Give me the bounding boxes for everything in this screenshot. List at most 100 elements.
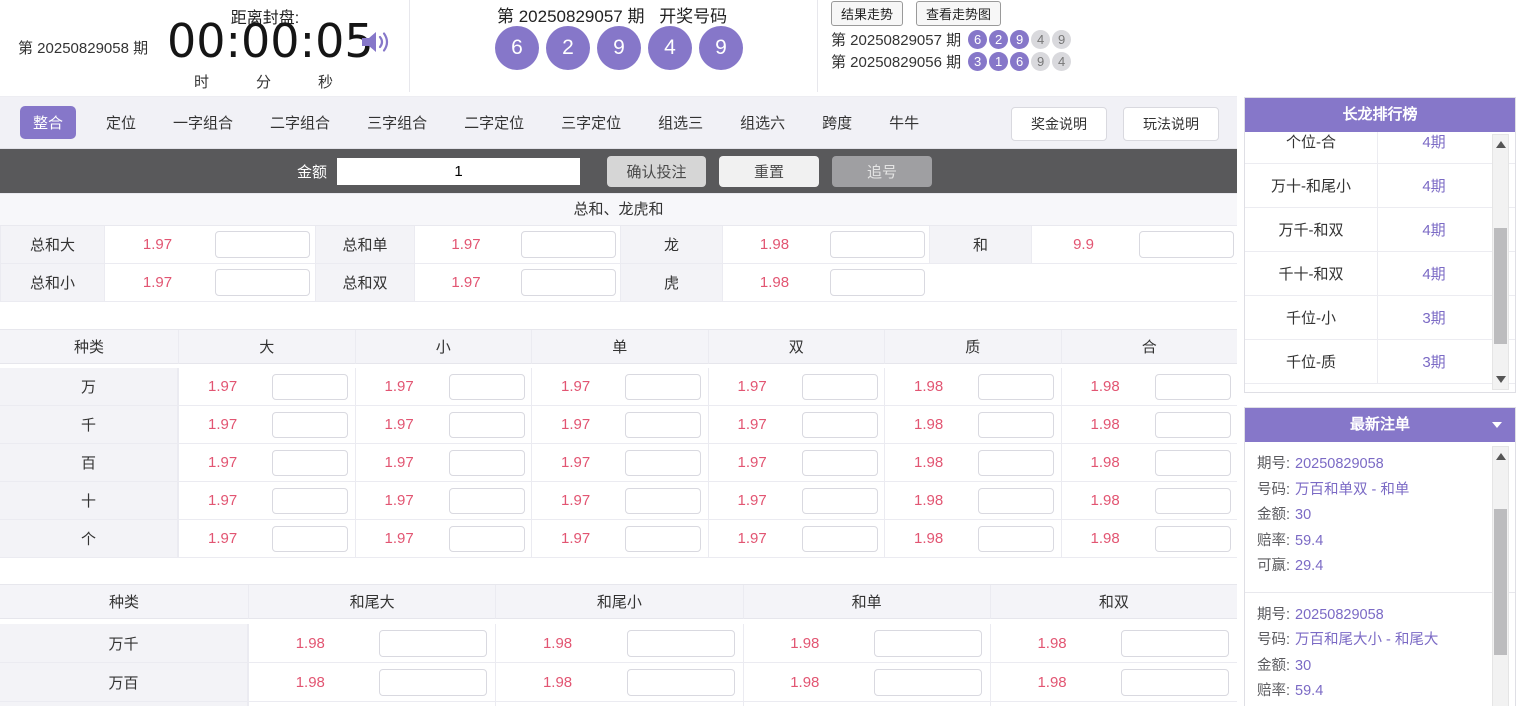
bet-cell <box>266 482 355 520</box>
amount-label: 金额 <box>297 163 328 181</box>
tab-niuniu[interactable]: 牛牛 <box>889 112 919 133</box>
reset-button[interactable]: 重置 <box>719 155 820 187</box>
tab-positioning[interactable]: 定位 <box>106 112 136 133</box>
bet-input[interactable] <box>801 487 878 514</box>
bet-input[interactable] <box>873 668 982 696</box>
bet-input[interactable] <box>215 269 310 296</box>
order-number-line: 号码: 万百和单双 - 和单 <box>1257 478 1503 504</box>
bet-input[interactable] <box>1121 668 1230 696</box>
bet-input[interactable] <box>521 269 616 296</box>
bet-input[interactable] <box>978 487 1055 514</box>
bet-input[interactable] <box>801 525 878 552</box>
bet-input[interactable] <box>272 487 349 514</box>
issue-label: 期号: <box>1257 606 1291 623</box>
bet-input[interactable] <box>978 525 1055 552</box>
bet-input[interactable] <box>272 411 349 438</box>
bet-cell <box>442 482 531 520</box>
order-issue-line: 期号: 20250829058 <box>1257 603 1503 629</box>
scrollbar-thumb[interactable] <box>1494 228 1507 344</box>
row-label: 万 <box>0 368 178 406</box>
tab-three-char-combo[interactable]: 三字组合 <box>367 112 427 133</box>
orders-scrollbar[interactable] <box>1492 446 1509 706</box>
bet-input[interactable] <box>830 231 925 258</box>
bet-input[interactable] <box>1154 487 1231 514</box>
bet-input[interactable] <box>215 231 310 258</box>
bet-input[interactable] <box>625 411 702 438</box>
bet-input[interactable] <box>1121 629 1230 657</box>
bet-input[interactable] <box>521 231 616 258</box>
bet-cell <box>972 444 1061 482</box>
bet-input[interactable] <box>625 487 702 514</box>
bet-input[interactable] <box>1138 231 1234 258</box>
bet-input[interactable] <box>626 629 735 657</box>
amount-input[interactable] <box>337 157 581 185</box>
tab-three-char-position[interactable]: 三字定位 <box>561 112 621 133</box>
bet-option-label: 总和小 <box>0 264 105 302</box>
bet-cell <box>442 368 531 406</box>
bet-input[interactable] <box>801 373 878 400</box>
bet-input[interactable] <box>1154 411 1231 438</box>
scrollbar-thumb[interactable] <box>1494 509 1507 655</box>
odds-value: 1.98 <box>742 702 867 706</box>
scroll-up-icon[interactable] <box>1496 141 1506 148</box>
scroll-up-icon[interactable] <box>1496 453 1506 460</box>
bet-cell <box>1113 624 1237 663</box>
bet-input[interactable] <box>448 449 525 476</box>
bet-input[interactable] <box>1154 525 1231 552</box>
tab-span[interactable]: 跨度 <box>822 112 852 133</box>
bet-input[interactable] <box>830 269 925 296</box>
odds-value: 1.98 <box>884 520 973 558</box>
bet-cell <box>1148 444 1237 482</box>
tab-group-select-6[interactable]: 组选六 <box>740 112 785 133</box>
scroll-down-icon[interactable] <box>1496 376 1506 383</box>
odds-value: 1.97 <box>354 444 443 482</box>
bet-cell <box>442 406 531 444</box>
dragon-scrollbar[interactable] <box>1492 134 1509 390</box>
bet-input[interactable] <box>448 411 525 438</box>
history-ball: 2 <box>989 30 1009 49</box>
play-help-button[interactable]: 玩法说明 <box>1123 107 1219 141</box>
bet-input[interactable] <box>379 668 488 696</box>
bet-input[interactable] <box>272 525 349 552</box>
collapse-caret-icon[interactable] <box>1492 422 1502 428</box>
bet-input[interactable] <box>272 449 349 476</box>
view-chart-button[interactable]: 查看走势图 <box>916 1 1002 26</box>
tab-integrated[interactable]: 整合 <box>20 106 77 139</box>
odds-value: 1.97 <box>415 264 517 302</box>
dragon-rank-row: 千位-质 3期 <box>1245 340 1515 384</box>
bet-input[interactable] <box>626 668 735 696</box>
draw-balls: 6 2 9 4 9 <box>495 26 743 70</box>
bet-input[interactable] <box>978 449 1055 476</box>
column-header: 大 <box>178 330 355 364</box>
bet-cell <box>619 406 708 444</box>
bet-input[interactable] <box>625 525 702 552</box>
odds-value: 9.9 <box>1032 226 1135 264</box>
bet-input[interactable] <box>873 629 982 657</box>
bet-input[interactable] <box>978 411 1055 438</box>
chase-number-button[interactable]: 追号 <box>832 155 933 187</box>
bet-input[interactable] <box>1154 373 1231 400</box>
odds-value: 59.4 <box>1295 683 1324 699</box>
bonus-help-button[interactable]: 奖金说明 <box>1011 107 1107 141</box>
speaker-icon[interactable] <box>360 28 392 61</box>
tab-group-select-3[interactable]: 组选三 <box>658 112 703 133</box>
bet-input[interactable] <box>978 373 1055 400</box>
bet-input[interactable] <box>272 373 349 400</box>
bet-input[interactable] <box>625 449 702 476</box>
bet-input[interactable] <box>448 487 525 514</box>
bet-input[interactable] <box>801 411 878 438</box>
tab-two-char-position[interactable]: 二字定位 <box>464 112 524 133</box>
bet-input[interactable] <box>625 373 702 400</box>
tab-one-char-combo[interactable]: 一字组合 <box>173 112 233 133</box>
bet-input[interactable] <box>448 373 525 400</box>
result-trend-button[interactable]: 结果走势 <box>831 1 904 26</box>
odds-value: 59.4 <box>1295 532 1324 549</box>
bet-input[interactable] <box>379 629 488 657</box>
bet-input[interactable] <box>1154 449 1231 476</box>
confirm-bet-button[interactable]: 确认投注 <box>607 155 707 187</box>
section-title: 总和、龙虎和 <box>0 193 1237 226</box>
column-header: 小 <box>354 330 531 364</box>
tab-two-char-combo[interactable]: 二字组合 <box>270 112 330 133</box>
bet-input[interactable] <box>801 449 878 476</box>
bet-input[interactable] <box>448 525 525 552</box>
